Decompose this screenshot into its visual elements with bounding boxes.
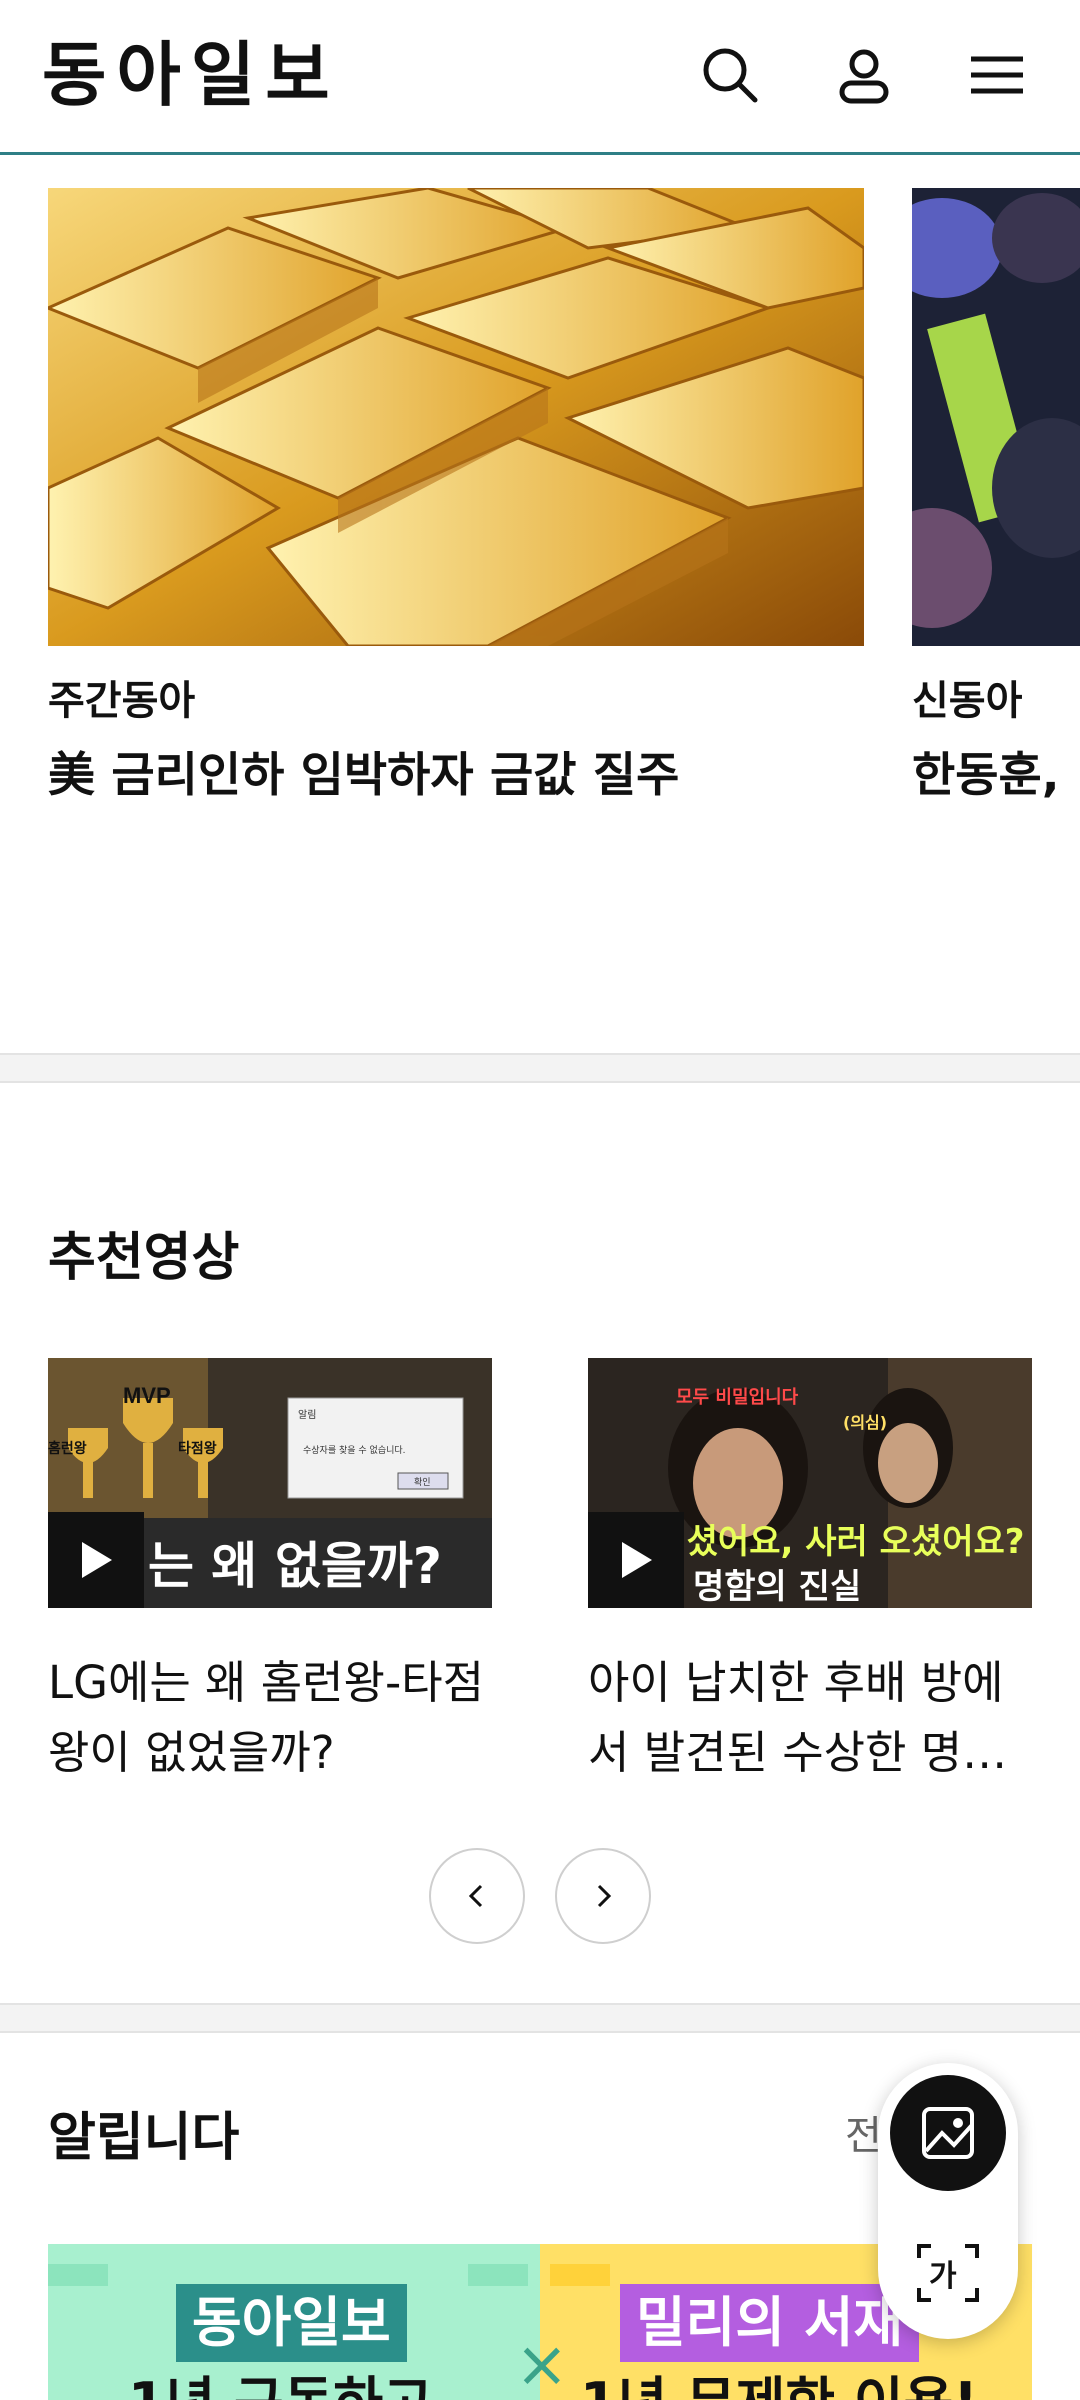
thumb-label: 모두 비밀입니다 <box>676 1386 799 1408</box>
floating-tools-panel: 가 <box>878 2063 1018 2339</box>
thumb-label: (의심) <box>843 1413 887 1432</box>
app-header: 동아일보 <box>0 0 1080 155</box>
image-search-button[interactable] <box>890 2075 1006 2191</box>
news-card[interactable]: 주간동아 美 금리인하 임박하자 금값 질주 <box>48 188 864 806</box>
view-all-link[interactable]: 전 <box>845 2110 882 2162</box>
video-card[interactable]: MVP 홈런왕 타점왕 알림 수상자를 찾을 수 없습니다. 확인 는 왜 없을… <box>48 1358 492 1788</box>
dialog-message: 수상자를 찾을 수 없습니다. <box>303 1445 406 1456</box>
video-thumbnail[interactable]: MVP 홈런왕 타점왕 알림 수상자를 찾을 수 없습니다. 확인 는 왜 없을… <box>48 1358 492 1608</box>
banner-brand-tag: 동아일보 <box>176 2284 407 2362</box>
dialog-ok: 확인 <box>414 1476 431 1488</box>
news-carousel[interactable]: 주간동아 美 금리인하 임박하자 금값 질주 신동아 한동훈, ‘ <box>0 158 1080 1053</box>
news-section-label: 신동아 <box>912 678 1023 724</box>
play-icon[interactable] <box>588 1512 684 1608</box>
video-title[interactable]: LG에는 왜 홈런왕-타점왕이 없었을까? <box>48 1648 492 1788</box>
section-divider <box>0 1053 1080 1083</box>
translate-icon: 가 <box>917 2244 979 2302</box>
video-thumbnail[interactable]: 모두 비밀입니다 (의심) 2셨어요, 사러 오셨어요? 명함의 진실 <box>588 1358 1032 1608</box>
news-card[interactable]: 신동아 한동훈, ‘ <box>912 188 1080 806</box>
banner-separator: × <box>515 2328 569 2400</box>
thumb-label: 타점왕 <box>178 1440 217 1457</box>
thumb-label: 홈런왕 <box>48 1440 87 1457</box>
user-icon[interactable] <box>829 40 899 110</box>
play-icon[interactable] <box>48 1512 144 1608</box>
notices-section-title: 알립니다 <box>48 2108 240 2168</box>
prev-button[interactable] <box>429 1848 525 1944</box>
banner-left-sub: 1년 구독하고 <box>128 2368 433 2400</box>
banner-partner-tag: 밀리의 서재 <box>620 2284 920 2362</box>
video-card[interactable]: 모두 비밀입니다 (의심) 2셨어요, 사러 오셨어요? 명함의 진실 아이 납… <box>588 1358 1032 1788</box>
translate-button[interactable]: 가 <box>900 2225 996 2321</box>
menu-icon[interactable] <box>962 40 1032 110</box>
section-divider <box>0 2003 1080 2033</box>
thumb-caption: 는 왜 없을까? <box>148 1537 442 1595</box>
thumb-subcaption: 명함의 진실 <box>693 1567 861 1607</box>
banner-right-sub: 1년 무제한 이용! <box>580 2368 978 2400</box>
news-title[interactable]: 한동훈, ‘ <box>912 746 1080 806</box>
svg-text:가: 가 <box>929 2259 957 2294</box>
news-image-crowd-photo[interactable] <box>912 188 1080 646</box>
search-icon[interactable] <box>695 40 765 110</box>
thumb-caption: 2셨어요, 사러 오셨어요? <box>663 1522 1025 1562</box>
image-search-icon <box>922 2107 974 2159</box>
next-button[interactable] <box>555 1848 651 1944</box>
videos-section-title: 추천영상 <box>48 1228 240 1288</box>
news-title[interactable]: 美 금리인하 임박하자 금값 질주 <box>48 746 864 806</box>
video-title[interactable]: 아이 납치한 후배 방에서 발견된 수상한 명… <box>588 1648 1032 1788</box>
dialog-title: 알림 <box>298 1409 316 1421</box>
banner-left-panel: 동아일보 1년 구독하고 <box>48 2244 540 2400</box>
chevron-left-icon <box>468 1884 483 1908</box>
thumb-mvp-label: MVP <box>123 1383 171 1408</box>
chevron-right-icon <box>597 1884 612 1908</box>
site-logo[interactable]: 동아일보 <box>42 30 340 120</box>
news-image-gold-bars[interactable] <box>48 188 864 646</box>
news-section-label: 주간동아 <box>48 678 196 724</box>
